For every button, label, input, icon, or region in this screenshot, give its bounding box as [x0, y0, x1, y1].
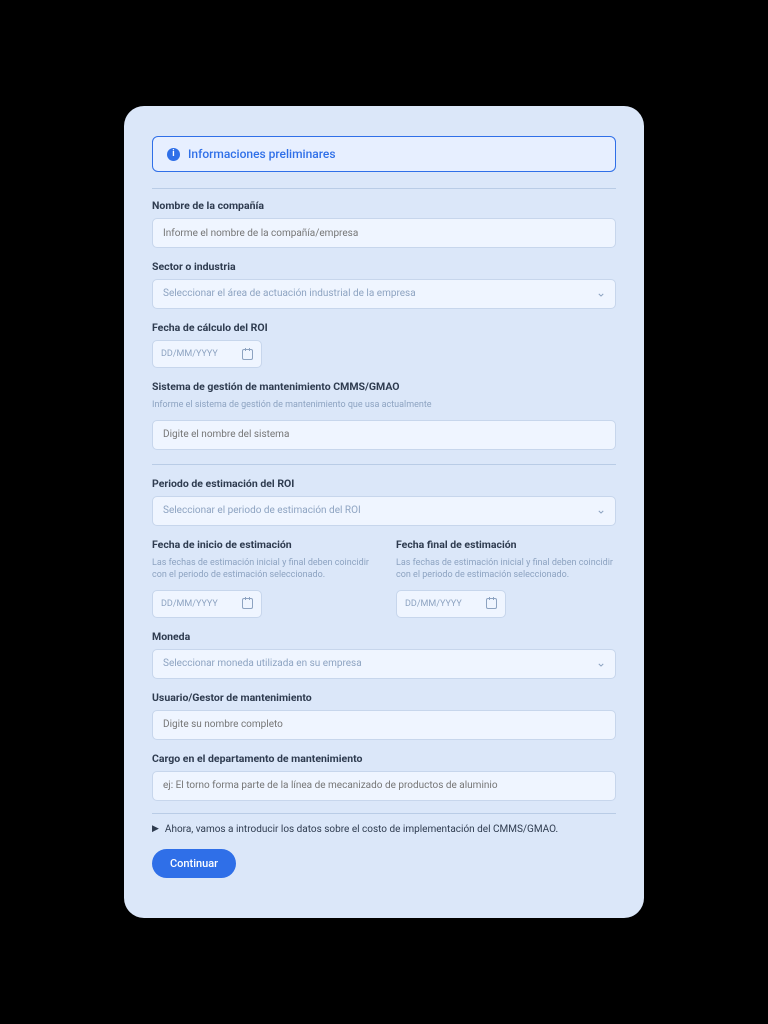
cmms-field: Sistema de gestión de mantenimiento CMMS…: [152, 380, 616, 450]
end-date-field: Fecha final de estimación Las fechas de …: [396, 538, 616, 618]
sector-select[interactable]: Seleccionar el área de actuación industr…: [152, 279, 616, 309]
play-icon: ▶: [152, 824, 159, 834]
roi-period-label: Periodo de estimación del ROI: [152, 477, 616, 490]
start-date-input[interactable]: DD/MM/YYYY: [152, 590, 262, 618]
start-date-helper: Las fechas de estimación inicial y final…: [152, 557, 372, 582]
date-range-row: Fecha de inicio de estimación Las fechas…: [152, 538, 616, 630]
info-icon: i: [167, 148, 180, 161]
continue-button[interactable]: Continuar: [152, 849, 236, 878]
roi-date-input[interactable]: DD/MM/YYYY: [152, 340, 262, 368]
currency-select[interactable]: Seleccionar moneda utilizada en su empre…: [152, 649, 616, 679]
cmms-input[interactable]: [152, 420, 616, 450]
cmms-helper: Informe el sistema de gestión de manteni…: [152, 399, 616, 412]
role-field: Cargo en el departamento de mantenimient…: [152, 752, 616, 801]
start-date-placeholder: DD/MM/YYYY: [161, 599, 218, 609]
roi-period-select[interactable]: Seleccionar el periodo de estimación del…: [152, 496, 616, 526]
end-date-helper: Las fechas de estimación inicial y final…: [396, 557, 616, 582]
currency-label: Moneda: [152, 630, 616, 643]
calendar-icon: [486, 598, 497, 609]
banner-title: Informaciones preliminares: [188, 147, 336, 161]
start-date-label: Fecha de inicio de estimación: [152, 538, 372, 551]
company-field: Nombre de la compañía: [152, 199, 616, 248]
roi-date-field: Fecha de cálculo del ROI DD/MM/YYYY: [152, 321, 616, 368]
user-field: Usuario/Gestor de mantenimiento: [152, 691, 616, 740]
user-input[interactable]: [152, 710, 616, 740]
currency-field: Moneda Seleccionar moneda utilizada en s…: [152, 630, 616, 679]
end-date-input[interactable]: DD/MM/YYYY: [396, 590, 506, 618]
roi-date-placeholder: DD/MM/YYYY: [161, 349, 218, 359]
sector-label: Sector o industria: [152, 260, 616, 273]
tip-text: Ahora, vamos a introducir los datos sobr…: [165, 824, 558, 835]
calendar-icon: [242, 598, 253, 609]
currency-select-wrapper: Seleccionar moneda utilizada en su empre…: [152, 649, 616, 679]
end-date-label: Fecha final de estimación: [396, 538, 616, 551]
user-label: Usuario/Gestor de mantenimiento: [152, 691, 616, 704]
roi-period-field: Periodo de estimación del ROI Selecciona…: [152, 477, 616, 526]
end-date-placeholder: DD/MM/YYYY: [405, 599, 462, 609]
next-step-tip: ▶ Ahora, vamos a introducir los datos so…: [152, 824, 616, 835]
role-label: Cargo en el departamento de mantenimient…: [152, 752, 616, 765]
sector-select-wrapper: Seleccionar el área de actuación industr…: [152, 279, 616, 309]
roi-date-label: Fecha de cálculo del ROI: [152, 321, 616, 334]
company-input[interactable]: [152, 218, 616, 248]
company-label: Nombre de la compañía: [152, 199, 616, 212]
info-banner: i Informaciones preliminares: [152, 136, 616, 172]
cmms-label: Sistema de gestión de mantenimiento CMMS…: [152, 380, 616, 393]
form-card: i Informaciones preliminares Nombre de l…: [124, 106, 644, 918]
divider: [152, 188, 616, 189]
role-input[interactable]: [152, 771, 616, 801]
sector-field: Sector o industria Seleccionar el área d…: [152, 260, 616, 309]
divider: [152, 464, 616, 465]
calendar-icon: [242, 349, 253, 360]
start-date-field: Fecha de inicio de estimación Las fechas…: [152, 538, 372, 618]
divider: [152, 813, 616, 814]
roi-period-select-wrapper: Seleccionar el periodo de estimación del…: [152, 496, 616, 526]
